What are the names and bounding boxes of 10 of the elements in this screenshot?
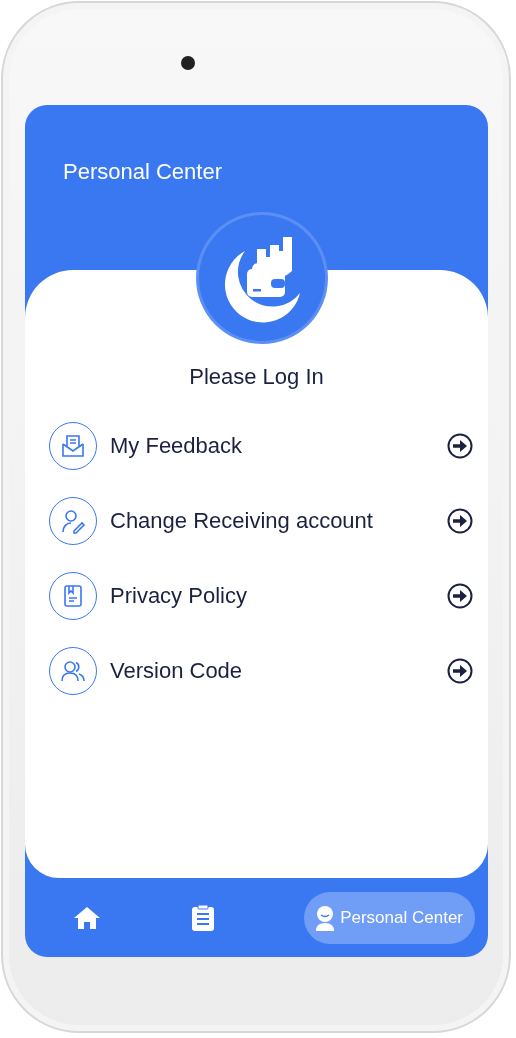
page-title: Personal Center — [63, 159, 222, 184]
login-prompt[interactable]: Please Log In — [189, 364, 324, 390]
menu-label[interactable]: My Feedback — [110, 433, 447, 459]
menu-item[interactable]: My Feedback — [25, 421, 488, 471]
menu-item[interactable]: Version Code — [25, 646, 488, 696]
menu-item[interactable]: Privacy Policy — [25, 571, 488, 621]
menu-label[interactable]: Version Code — [110, 658, 447, 684]
menu-label[interactable]: Change Receiving account — [110, 508, 447, 534]
menu-label[interactable]: Privacy Policy — [110, 583, 447, 609]
menu-item[interactable]: Change Receiving account — [25, 496, 488, 546]
